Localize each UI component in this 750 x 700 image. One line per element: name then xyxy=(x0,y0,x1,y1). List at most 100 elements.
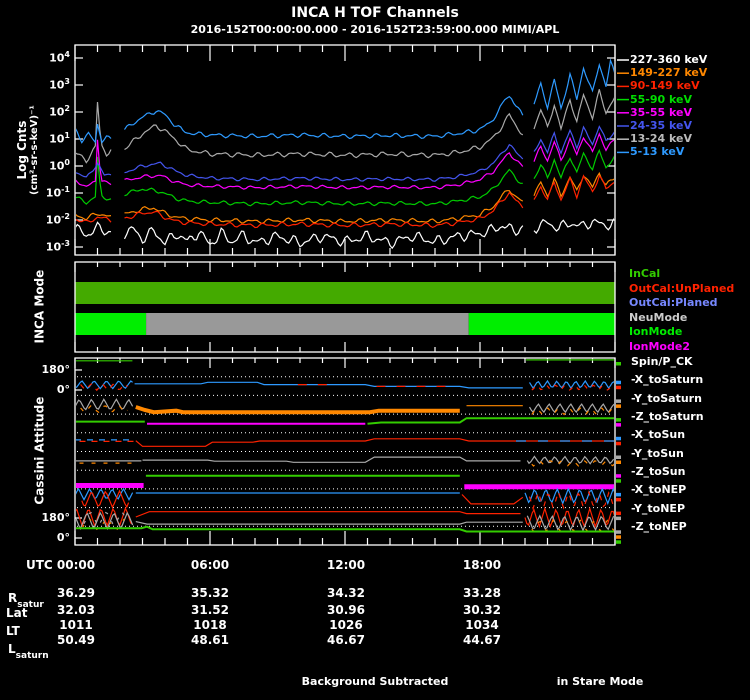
spectra-trace xyxy=(123,223,524,250)
attitude-legend-item: Spin/P_CK xyxy=(631,355,693,368)
ephemeris-value: 50.49 xyxy=(57,633,95,647)
spectra-ytick-label: 102 xyxy=(49,104,70,119)
attitude-end-mark xyxy=(616,455,621,459)
attitude-trace xyxy=(76,525,614,533)
mode-legend-item: IonMode xyxy=(629,325,683,339)
attitude-legend-item: -Y_toSun xyxy=(631,446,684,460)
ephemeris-value: 44.67 xyxy=(463,633,501,647)
spectra-ytick-label: 10-2 xyxy=(45,212,70,227)
attitude-trace xyxy=(135,521,523,525)
attitude-legend-item: -X_toNEP xyxy=(631,483,687,497)
utc-tick-label: 06:00 xyxy=(190,558,230,572)
attitude-ytick-label: 180° xyxy=(41,363,70,376)
spectra-ytick-label: 103 xyxy=(49,77,70,92)
attitude-ytick-label: 180° xyxy=(41,511,70,524)
attitude-end-mark xyxy=(616,460,621,464)
spectra-trace xyxy=(76,221,112,237)
ephemeris-value: 36.29 xyxy=(57,586,95,600)
ephemeris-value: 33.28 xyxy=(463,586,501,600)
mode-legend-item: InCal xyxy=(629,267,661,280)
mode-lower-bar xyxy=(75,313,147,335)
mode-lower-bar xyxy=(468,313,615,335)
attitude-legend-item: -X_toSun xyxy=(631,428,686,442)
attitude-legend-item: -X_toSaturn xyxy=(631,373,704,387)
spectra-trace xyxy=(533,132,614,163)
ytick-exponent: 1 xyxy=(64,131,70,140)
ephemeris-value: 1018 xyxy=(193,618,227,632)
ytick-exponent: 4 xyxy=(64,50,70,59)
ephemeris-row-label: Lat xyxy=(6,606,27,620)
spectra-trace xyxy=(76,101,112,164)
ephemeris-value: 35.32 xyxy=(191,586,229,600)
spectra-legend-item: 227-360 keV xyxy=(630,53,708,66)
attitude-trace xyxy=(135,438,614,447)
row-label-main: Lat xyxy=(6,606,28,620)
mode-legend-item: NeuMode xyxy=(629,310,688,324)
attitude-trace xyxy=(134,381,523,389)
attitude-end-mark xyxy=(616,511,621,516)
ephemeris-value: 30.32 xyxy=(463,603,501,617)
attitude-end-mark xyxy=(616,436,621,441)
utc-tick-label: 12:00 xyxy=(326,558,366,572)
spectra-trace xyxy=(124,143,524,182)
spectra-trace xyxy=(124,112,524,159)
ephemeris-value: 34.32 xyxy=(327,586,365,600)
spectra-trace xyxy=(76,162,112,178)
spectra-legend-item: 35-55 keV xyxy=(630,105,693,119)
attitude-trace xyxy=(461,494,524,505)
spectra-legend-item: 13-24 keV xyxy=(630,132,693,146)
attitude-end-mark xyxy=(616,380,621,385)
attitude-end-mark xyxy=(616,362,621,366)
attitude-end-mark xyxy=(616,540,621,544)
attitude-trace xyxy=(80,382,128,392)
attitude-end-mark xyxy=(616,418,621,422)
ytick-exponent: 0 xyxy=(64,158,70,167)
spectra-trace xyxy=(76,212,112,221)
attitude-legend-item: -Z_toNEP xyxy=(631,520,687,534)
spectra-trace xyxy=(124,190,524,225)
ytick-exponent: -2 xyxy=(61,212,70,221)
row-label-main: L xyxy=(8,642,16,656)
inca-tof-figure: INCA H TOF Channels 2016-152T00:00:00.00… xyxy=(0,0,750,700)
mode-legend-item: OutCal:Planed xyxy=(629,296,718,310)
spectra-trace xyxy=(124,191,524,229)
mode-legend-item: IonMode2 xyxy=(629,340,690,353)
ephemeris-value: 30.96 xyxy=(327,603,365,617)
spectra-ytick-label: 10-1 xyxy=(45,185,70,200)
spectra-trace xyxy=(533,148,614,180)
ephemeris-row-label: Rsatur xyxy=(8,591,44,610)
spectra-trace xyxy=(533,174,614,202)
row-label-main: R xyxy=(8,591,18,605)
mode-lower-bar xyxy=(146,313,469,335)
spectra-ytick-label: 104 xyxy=(49,50,70,65)
spectra-ytick-label: 100 xyxy=(49,158,70,173)
spectra-panel-frame xyxy=(74,44,616,256)
attitude-trace xyxy=(526,455,614,465)
attitude-legend-item: -Z_toSaturn xyxy=(631,410,704,424)
spectra-trace xyxy=(76,123,112,144)
ephemeris-value: 1026 xyxy=(329,618,363,632)
ephemeris-row-label: Lsaturn xyxy=(8,642,49,661)
attitude-trace xyxy=(76,398,134,411)
mode-panel-frame xyxy=(74,261,616,353)
mode-legend-item: OutCal:UnPlaned xyxy=(629,281,735,295)
ephemeris-value: 1034 xyxy=(465,618,499,632)
ytick-exponent: 2 xyxy=(64,104,70,113)
attitude-end-mark xyxy=(616,530,621,534)
row-label-subscript: saturn xyxy=(15,651,49,661)
attitude-legend-item: -Y_toNEP xyxy=(631,501,686,515)
mode-upper-bar xyxy=(75,282,615,304)
attitude-trace xyxy=(142,456,521,463)
attitude-trace xyxy=(367,417,614,425)
footer-note-stare-mode: in Stare Mode xyxy=(556,675,644,688)
attitude-end-mark xyxy=(616,535,621,539)
attitude-end-mark xyxy=(616,399,621,403)
ytick-exponent: -1 xyxy=(61,185,70,194)
ephemeris-value: 48.61 xyxy=(191,633,229,647)
attitude-end-mark xyxy=(616,492,621,497)
utc-tick-label: 00:00 xyxy=(56,558,96,572)
attitude-trace xyxy=(135,511,521,518)
attitude-end-mark xyxy=(616,516,621,521)
spectra-legend-item: 5-13 keV xyxy=(630,145,685,159)
utc-tick-label: 18:00 xyxy=(462,558,502,572)
